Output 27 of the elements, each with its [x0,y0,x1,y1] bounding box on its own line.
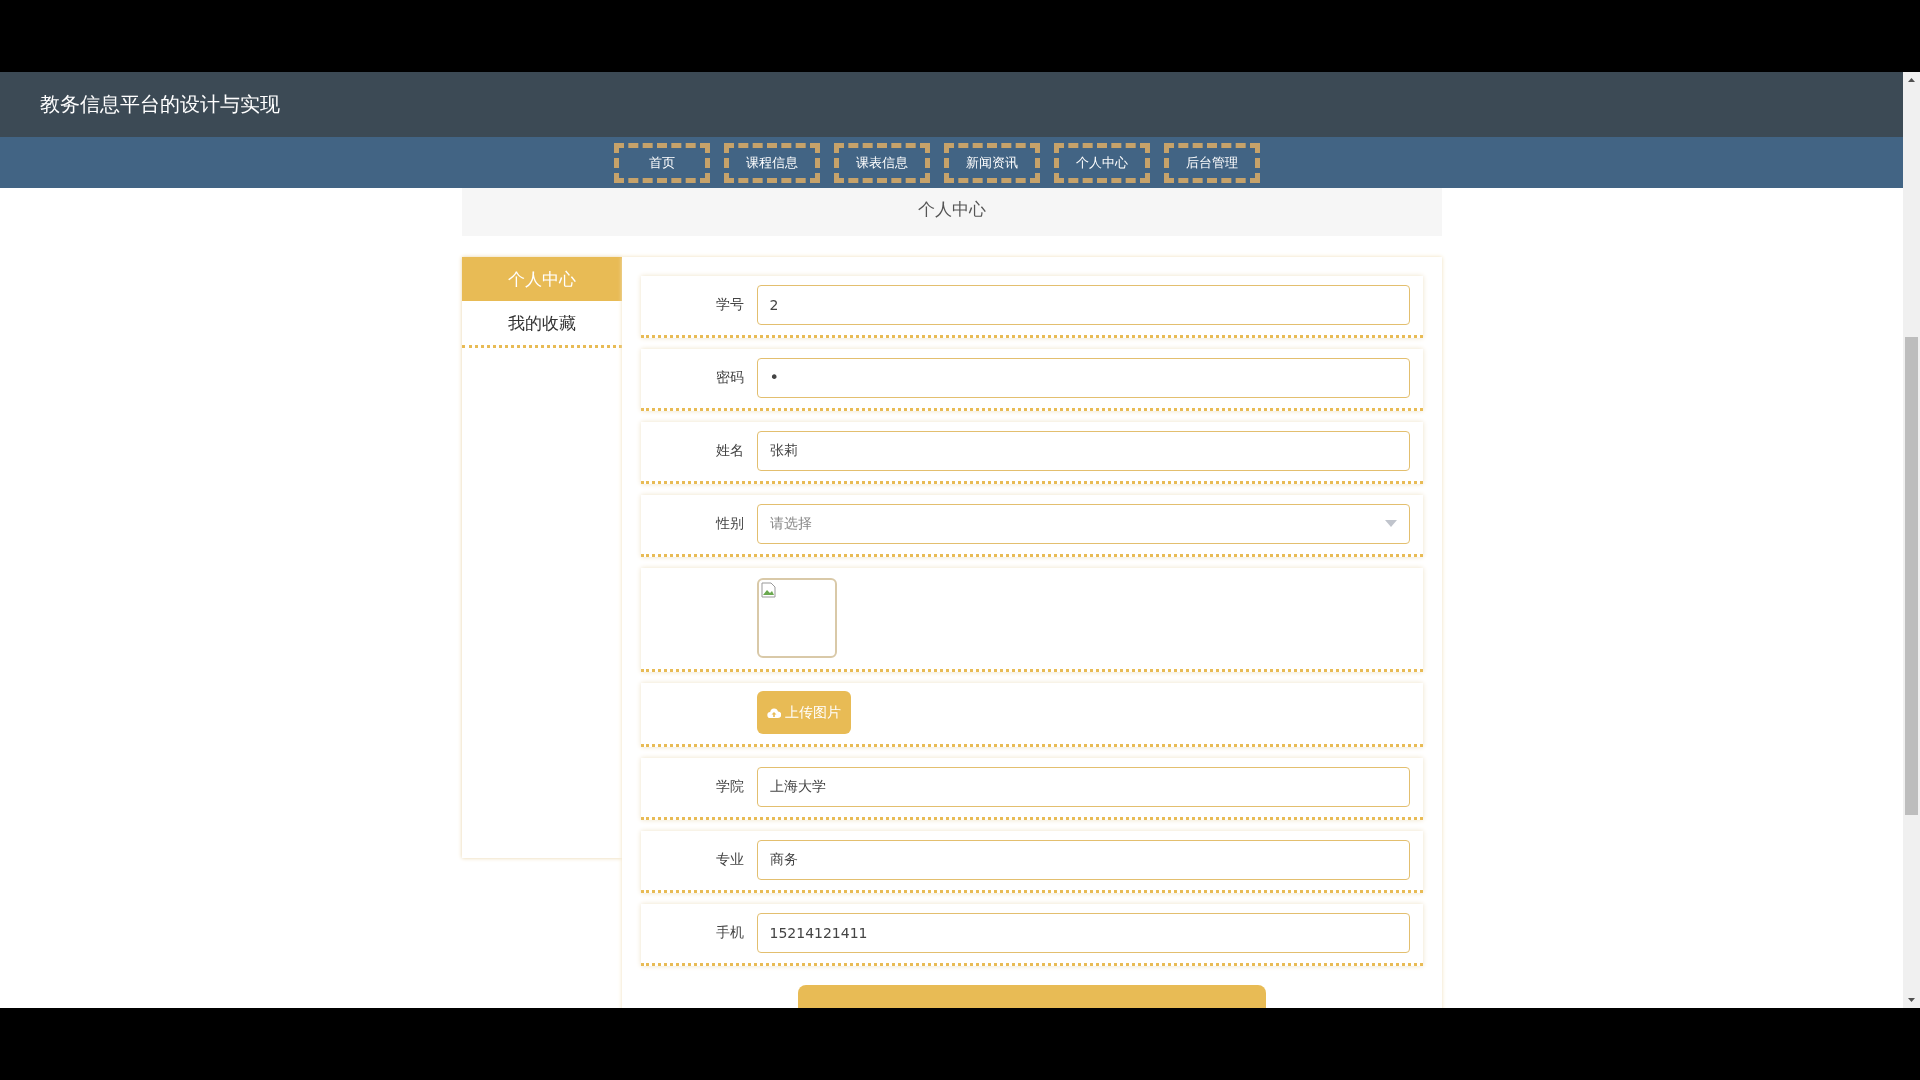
field-label: 姓名 [714,441,745,460]
nav-link[interactable]: 后台管理 [1163,142,1260,183]
nav-link[interactable]: 课程信息 [723,142,820,183]
input-field[interactable]: 商务 [756,839,1410,880]
field-label: 学院 [714,777,745,796]
input-field[interactable]: 2 [756,284,1410,325]
nav-link[interactable]: 个人中心 [1053,142,1150,183]
input-field[interactable]: 15214121411 [756,912,1410,953]
nav-link[interactable]: 首页 [613,142,710,183]
select-field[interactable]: 请选择 [756,503,1410,544]
sidebar-item[interactable]: 我的收藏 [461,301,622,345]
caret-icon [1384,520,1397,527]
field-label: 专业 [714,850,745,869]
scrollbar[interactable] [1903,72,1920,1008]
field-label: 学号 [714,295,745,314]
site-title: 教务信息平台的设计与实现 [40,91,280,118]
field-label: 性别 [714,514,745,533]
input-field[interactable]: • [756,357,1410,398]
field-label: 密码 [714,368,745,387]
nav-link[interactable]: 课表信息 [833,142,930,183]
input-field[interactable]: 张莉 [756,430,1410,471]
section-title: 个人中心 [917,198,986,221]
nav-link[interactable]: 新闻资讯 [943,142,1040,183]
field-label: 手机 [714,923,745,942]
cloud-upload-icon [766,706,781,719]
broken-image-icon [760,582,777,598]
input-field[interactable]: 上海大学 [756,766,1410,807]
